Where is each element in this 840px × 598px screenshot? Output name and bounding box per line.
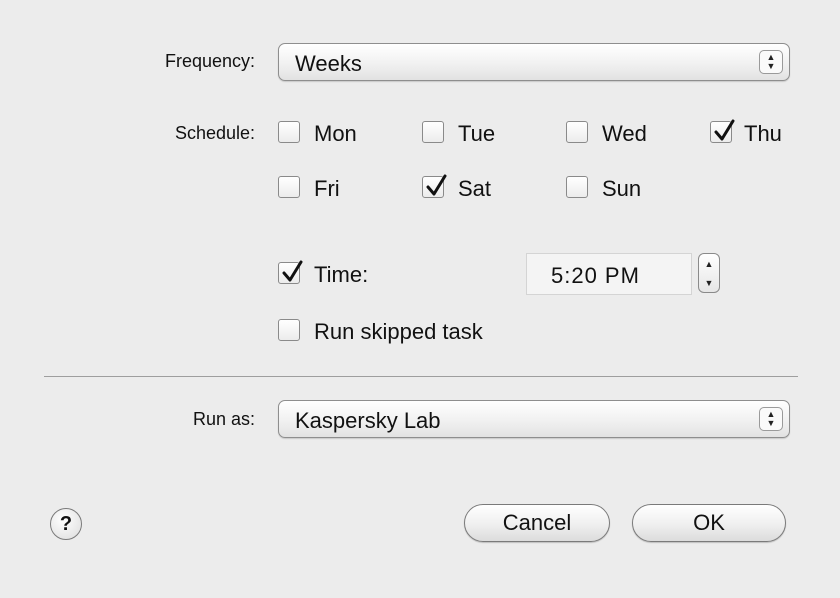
checkbox[interactable] [566,176,588,198]
time-input[interactable]: 5:20 PM [526,253,692,295]
checkmark-icon [714,119,735,141]
checkbox-checked[interactable] [710,119,735,143]
separator [44,376,798,377]
frequency-label: Frequency: [164,51,255,71]
checkbox[interactable] [566,121,588,143]
day-label: Wed [602,121,647,146]
day-checkbox-mon[interactable]: Mon [278,121,388,147]
ok-button[interactable]: OK [632,504,786,542]
day-checkbox-sat[interactable]: Sat [422,174,532,202]
frequency-select[interactable]: Weeks ▲ ▼ [278,43,790,81]
day-checkbox-fri[interactable]: Fri [278,176,388,202]
schedule-label: Schedule: [174,123,255,143]
day-label: Sat [458,176,492,201]
checkbox-checked[interactable] [422,174,447,198]
checkmark-icon [282,260,303,282]
run-skipped-checkbox[interactable]: Run skipped task [278,319,538,345]
run-as-value: Kaspersky Lab [295,408,441,433]
time-checkbox[interactable]: Time: [278,260,398,288]
checkbox[interactable] [278,319,300,341]
day-checkbox-wed[interactable]: Wed [566,121,676,147]
day-checkbox-sun[interactable]: Sun [566,176,676,202]
checkbox[interactable] [278,121,300,143]
day-label: Thu [744,121,782,146]
run-skipped-label: Run skipped task [314,319,483,344]
checkbox[interactable] [422,121,444,143]
time-stepper[interactable]: ▲ ▼ [698,253,720,293]
run-as-select[interactable]: Kaspersky Lab ▲ ▼ [278,400,790,438]
checkmark-icon [426,174,447,196]
run-as-label: Run as: [192,409,255,429]
help-button[interactable]: ? [50,508,82,540]
time-value: 5:20 PM [551,263,640,288]
time-label: Time: [314,262,369,287]
day-label: Tue [458,121,496,146]
up-down-chevron-icon: ▲ ▼ [759,50,783,74]
checkbox-checked[interactable] [278,260,303,284]
day-label: Mon [314,121,357,146]
checkbox[interactable] [278,176,300,198]
stepper-down-icon[interactable]: ▼ [705,278,714,288]
day-label: Fri [314,176,340,201]
stepper-up-icon[interactable]: ▲ [705,259,714,269]
day-label: Sun [602,176,642,201]
cancel-button[interactable]: Cancel [464,504,610,542]
day-checkbox-tue[interactable]: Tue [422,121,532,147]
question-mark-icon: ? [59,513,73,535]
up-down-chevron-icon: ▲ ▼ [759,407,783,431]
day-checkbox-thu[interactable]: Thu [710,119,800,147]
frequency-value: Weeks [295,51,362,76]
